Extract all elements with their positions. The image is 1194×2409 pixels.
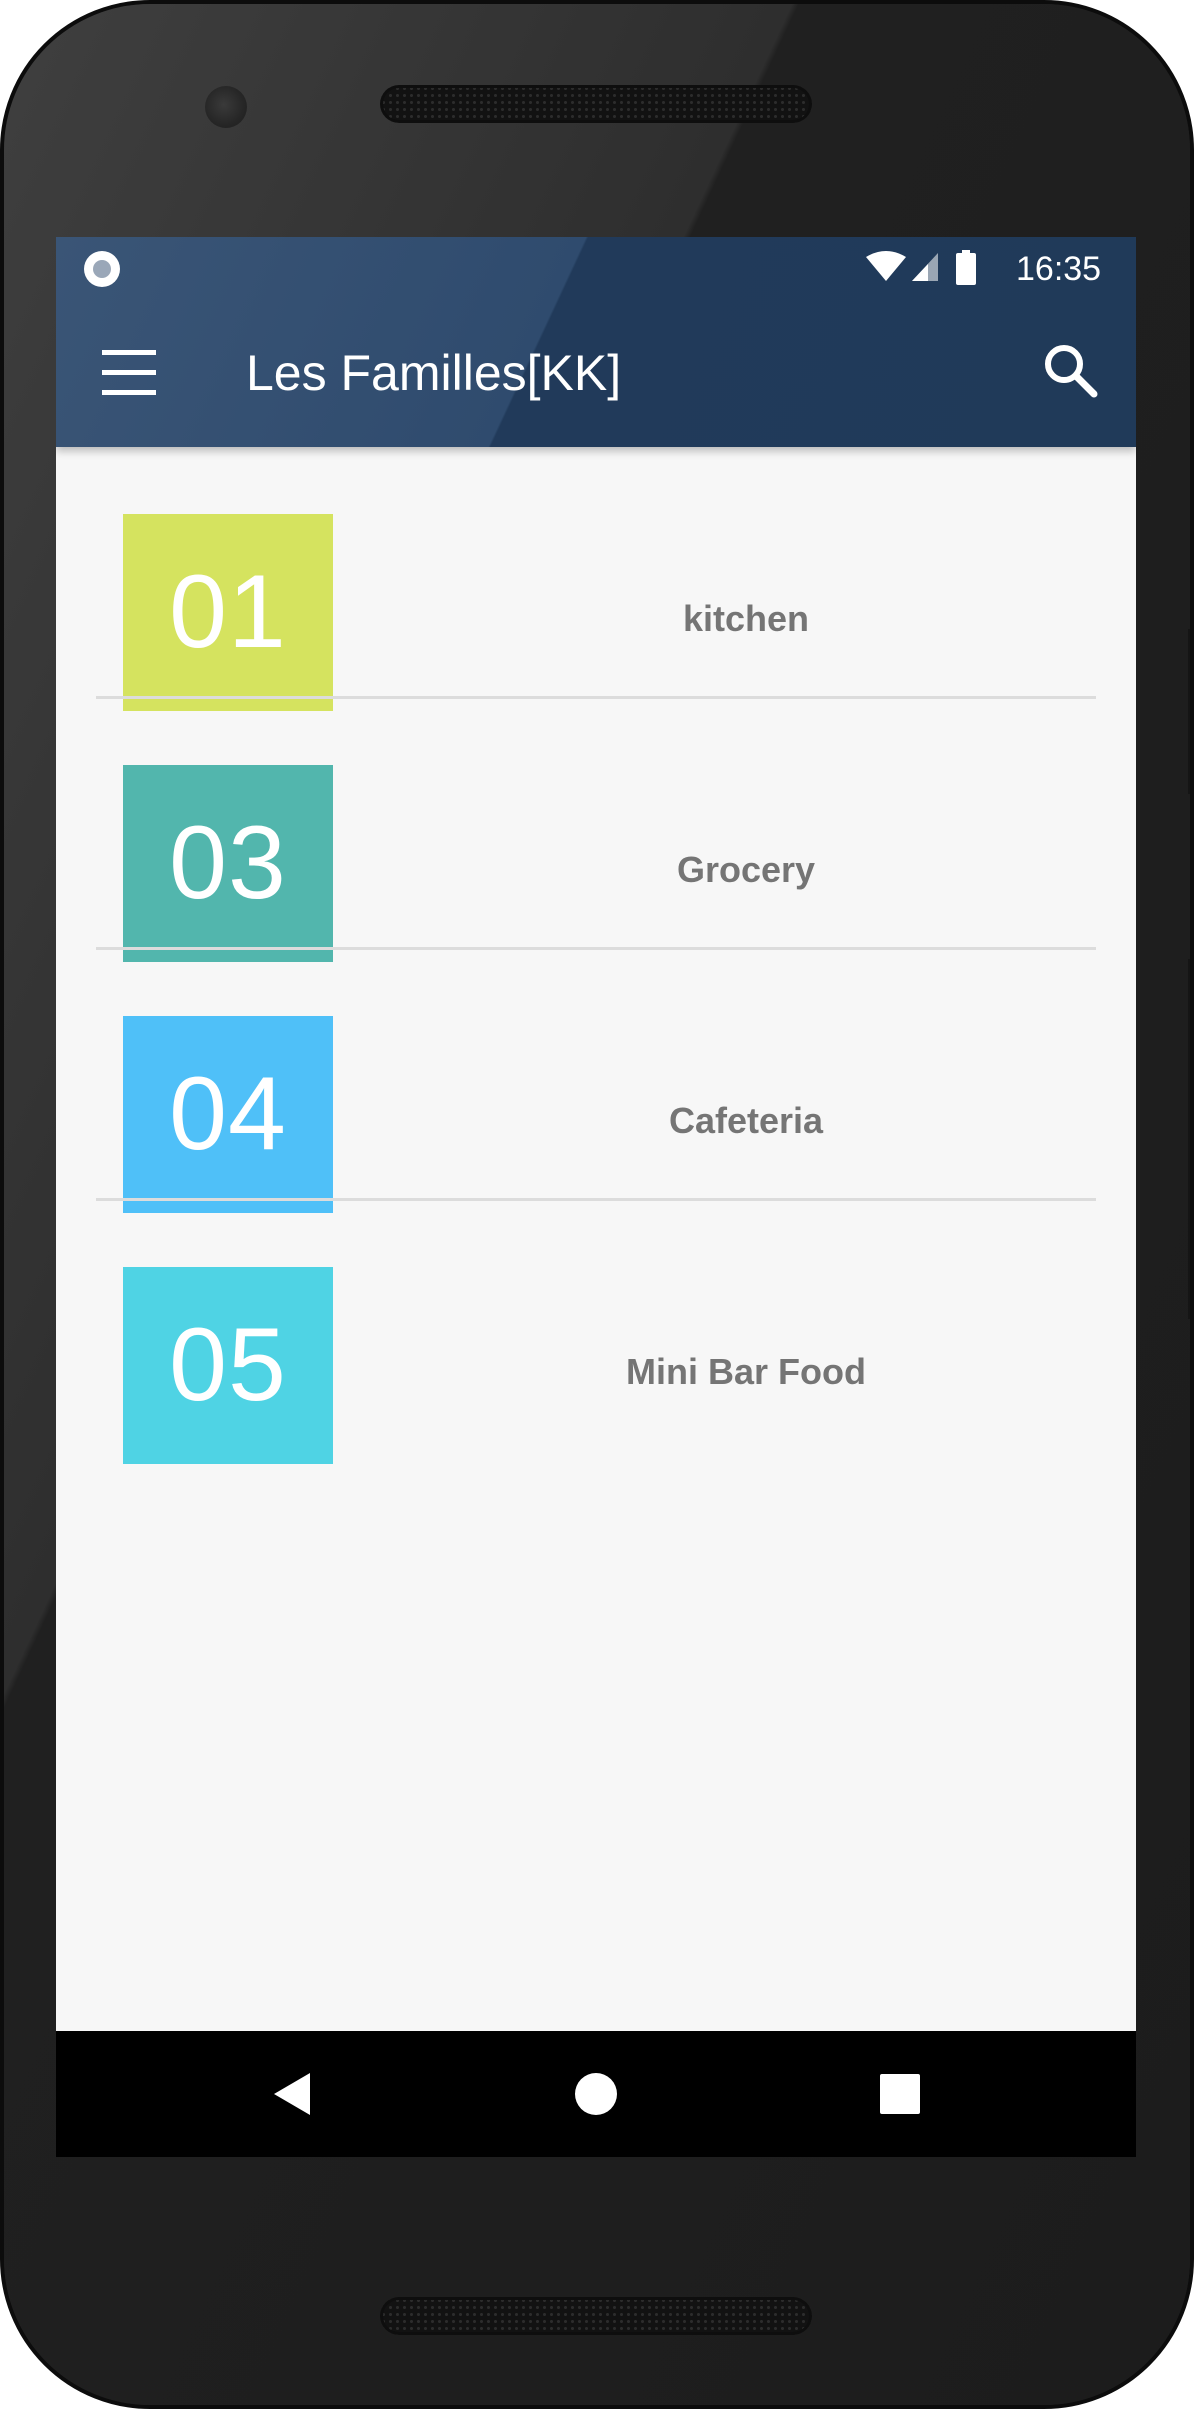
- hamburger-menu-icon: [102, 350, 156, 395]
- phone-frame: 16:35 Les Familles[KK] 01 kitchen 03 Gro…: [0, 0, 1194, 2409]
- notification-dot-icon: [84, 251, 120, 287]
- back-icon: [274, 2073, 310, 2115]
- home-button[interactable]: [546, 2049, 646, 2139]
- navigation-bar: [56, 2031, 1136, 2157]
- family-code-tile: 03: [123, 765, 333, 962]
- recents-icon: [880, 2074, 920, 2114]
- page-title: Les Familles[KK]: [246, 345, 622, 401]
- status-clock: 16:35: [1016, 250, 1102, 288]
- family-name: Cafeteria: [668, 1100, 824, 1141]
- family-code-tile: 01: [123, 514, 333, 711]
- app-bar: 16:35 Les Familles[KK]: [56, 237, 1136, 447]
- list-item-family[interactable]: 05 Mini Bar Food: [56, 1200, 1136, 1464]
- volume-key: [1188, 959, 1190, 1319]
- list-item-family[interactable]: 01 kitchen: [56, 447, 1136, 711]
- family-name: Mini Bar Food: [626, 1351, 866, 1392]
- toolbar: Les Familles[KK]: [56, 300, 1136, 447]
- status-bar: 16:35: [56, 237, 1136, 300]
- list-item-family[interactable]: 03 Grocery: [56, 698, 1136, 962]
- home-icon: [575, 2073, 617, 2115]
- family-name: Grocery: [676, 849, 816, 890]
- search-icon: [1045, 345, 1098, 398]
- earpiece-speaker: [380, 85, 812, 123]
- front-camera: [205, 86, 247, 128]
- back-button[interactable]: [242, 2049, 342, 2139]
- power-key: [1188, 629, 1190, 794]
- recents-button[interactable]: [850, 2049, 950, 2139]
- wifi-icon: [866, 251, 906, 281]
- screen: 16:35 Les Familles[KK] 01 kitchen 03 Gro…: [56, 237, 1136, 2157]
- status-icons: [866, 250, 976, 285]
- bottom-speaker: [380, 2297, 812, 2335]
- family-code-tile: 04: [123, 1016, 333, 1213]
- family-code-tile: 05: [123, 1267, 333, 1464]
- search-button[interactable]: [1016, 318, 1126, 428]
- battery-icon: [956, 250, 976, 285]
- family-name: kitchen: [682, 598, 810, 639]
- list-item-family[interactable]: 04 Cafeteria: [56, 949, 1136, 1213]
- menu-button[interactable]: [74, 318, 184, 428]
